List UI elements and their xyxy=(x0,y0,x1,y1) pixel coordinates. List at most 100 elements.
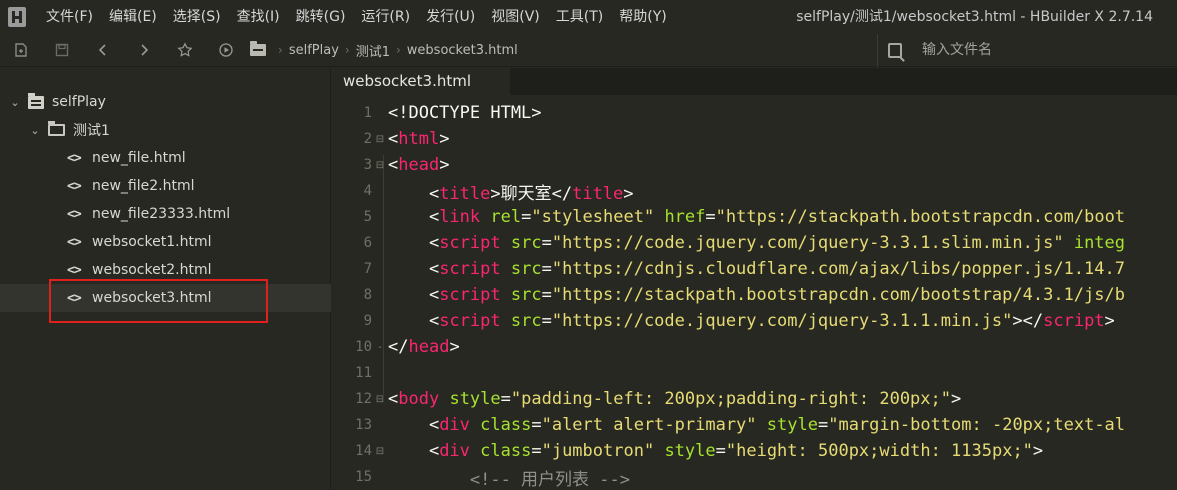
code-line[interactable]: 8 <script src="https://stackpath.bootstr… xyxy=(332,282,1177,308)
code-line[interactable]: 13 <div class="alert alert-primary" styl… xyxy=(332,412,1177,438)
menu-goto[interactable]: 跳转(G) xyxy=(288,0,354,34)
tree-project-selfplay[interactable]: ⌄ selfPlay xyxy=(0,88,331,116)
menu-publish[interactable]: 发行(U) xyxy=(418,0,483,34)
tree-file[interactable]: <> new_file2.html xyxy=(0,172,331,200)
code-token: "https://stackpath.bootstrapcdn.com/boot xyxy=(715,207,1126,227)
menu-tools[interactable]: 工具(T) xyxy=(548,0,611,34)
code-text: <script src="https://stackpath.bootstrap… xyxy=(388,285,1125,305)
code-token: > xyxy=(951,389,962,409)
html-file-icon: <> xyxy=(67,206,82,222)
fold-toggle-icon[interactable]: ⊟ xyxy=(372,394,388,405)
code-line[interactable]: 15 <!-- 用户列表 --> xyxy=(332,464,1177,490)
code-token: "stylesheet" xyxy=(531,207,655,227)
code-token: src xyxy=(510,285,542,305)
code-line[interactable]: 3 ⊟ <head> xyxy=(332,152,1177,178)
fold-toggle-icon[interactable]: ⊟ xyxy=(372,160,388,171)
file-search-input[interactable] xyxy=(922,42,1122,58)
menu-view[interactable]: 视图(V) xyxy=(483,0,548,34)
code-token: script xyxy=(439,311,501,331)
run-icon[interactable] xyxy=(205,34,246,67)
code-token: < xyxy=(388,389,399,409)
code-line[interactable]: 7 <script src="https://cdnjs.cloudflare.… xyxy=(332,256,1177,282)
code-token: body xyxy=(398,389,440,409)
code-editor[interactable]: 1 <!DOCTYPE HTML> 2 ⊟ <html> 3 ⊟ <head> 4 <title… xyxy=(332,95,1177,490)
forward-icon[interactable] xyxy=(123,34,164,67)
star-icon[interactable] xyxy=(164,34,205,67)
menu-run[interactable]: 运行(R) xyxy=(353,0,418,34)
code-token: html xyxy=(398,129,440,149)
code-line[interactable]: 10- </head> xyxy=(332,334,1177,360)
chevron-right-icon: › xyxy=(278,43,283,57)
breadcrumb-folder[interactable]: 测试1 xyxy=(356,41,390,60)
tree-label: websocket2.html xyxy=(92,262,212,278)
code-token: script xyxy=(439,233,501,253)
tab-websocket3[interactable]: websocket3.html xyxy=(332,68,510,95)
code-line[interactable]: 1 <!DOCTYPE HTML> xyxy=(332,100,1177,126)
code-text: <div class="alert alert-primary" style="… xyxy=(388,415,1125,435)
chevron-right-icon: › xyxy=(344,43,350,57)
tree-file[interactable]: <> websocket1.html xyxy=(0,228,331,256)
menu-file[interactable]: 文件(F) xyxy=(34,0,101,34)
code-token: href xyxy=(664,207,706,227)
code-token: src xyxy=(510,233,542,253)
code-token: < xyxy=(388,441,440,461)
tree-file[interactable]: <> new_file.html xyxy=(0,144,331,172)
tree-file[interactable]: <> new_file23333.html xyxy=(0,200,331,228)
code-token: > xyxy=(439,129,450,149)
code-token: = xyxy=(500,389,511,409)
code-line[interactable]: 6 <script src="https://code.jquery.com/j… xyxy=(332,230,1177,256)
code-token: = xyxy=(705,207,716,227)
code-line[interactable]: 12 ⊟ <body style="padding-left: 200px;padd… xyxy=(332,386,1177,412)
html-file-icon: <> xyxy=(67,150,82,166)
editor-tab-bar: websocket3.html xyxy=(332,68,1177,95)
code-line[interactable]: 9 <script src="https://code.jquery.com/j… xyxy=(332,308,1177,334)
code-token: "https://cdnjs.cloudflare.com/ajax/libs/… xyxy=(551,259,1125,279)
menu-select[interactable]: 选择(S) xyxy=(165,0,229,34)
back-icon[interactable] xyxy=(82,34,123,67)
code-token: integ xyxy=(1073,233,1126,253)
menu-help[interactable]: 帮助(Y) xyxy=(611,0,674,34)
menu-bar: 文件(F) 编辑(E) 选择(S) 查找(I) 跳转(G) 运行(R) 发行(U… xyxy=(0,0,1177,34)
fold-toggle-icon[interactable]: ⊟ xyxy=(372,134,388,145)
code-token: > xyxy=(1104,311,1115,331)
code-token: = xyxy=(521,207,532,227)
code-token: < xyxy=(388,285,440,305)
line-number: 4 xyxy=(363,183,372,199)
tree-label: new_file23333.html xyxy=(92,206,231,222)
code-token: = xyxy=(715,441,726,461)
code-line[interactable]: 5 <link rel="stylesheet" href="https://s… xyxy=(332,204,1177,230)
breadcrumb-project[interactable]: selfPlay xyxy=(289,43,339,58)
code-line[interactable]: 14 ⊟ <div class="jumbotron" style="height… xyxy=(332,438,1177,464)
code-line[interactable]: 2 ⊟ <html> xyxy=(332,126,1177,152)
code-line[interactable]: 11 xyxy=(332,360,1177,386)
code-token: src xyxy=(510,311,542,331)
fold-toggle-icon[interactable]: ⊟ xyxy=(372,446,388,457)
code-token: > xyxy=(623,183,634,204)
save-icon[interactable] xyxy=(41,34,82,67)
code-token: style xyxy=(449,389,501,409)
code-token: style xyxy=(766,415,818,435)
code-text: <div class="jumbotron" style="height: 50… xyxy=(388,441,1043,461)
code-token: <!-- 用户列表 --> xyxy=(388,469,630,490)
code-token: "margin-bottom: -20px;text-al xyxy=(828,415,1126,435)
new-file-icon[interactable] xyxy=(0,34,41,67)
code-token: > xyxy=(1032,441,1044,461)
menu-edit[interactable]: 编辑(E) xyxy=(101,0,165,34)
tree-folder-test1[interactable]: ⌄ 测试1 xyxy=(0,116,331,144)
line-number: 3 xyxy=(363,157,372,173)
breadcrumb: › selfPlay › 测试1 › websocket3.html xyxy=(246,33,878,67)
line-number: 1 xyxy=(363,105,372,121)
code-text: <body style="padding-left: 200px;padding… xyxy=(388,389,961,409)
code-token: style xyxy=(664,441,716,461)
code-token: = xyxy=(531,415,542,435)
breadcrumb-file[interactable]: websocket3.html xyxy=(407,43,518,58)
menu-find[interactable]: 查找(I) xyxy=(229,0,288,34)
line-number: 2 xyxy=(363,131,372,147)
code-token: >聊天室</ xyxy=(490,183,573,204)
fold-toggle-icon[interactable]: - xyxy=(372,342,388,353)
code-line[interactable]: 4 <title>聊天室</title> xyxy=(332,178,1177,204)
